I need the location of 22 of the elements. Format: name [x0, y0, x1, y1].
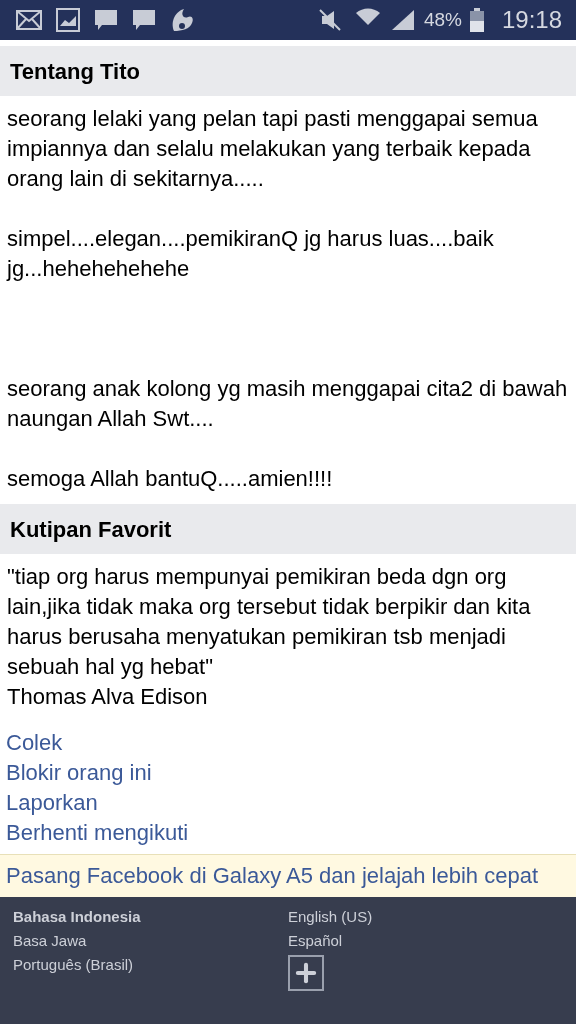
language-link[interactable]: Bahasa Indonesia — [13, 905, 288, 929]
language-link[interactable]: Basa Jawa — [13, 929, 288, 953]
chat-icon — [132, 8, 156, 32]
action-link[interactable]: Blokir orang ini — [6, 758, 152, 788]
action-link[interactable]: Berhenti mengikuti — [6, 818, 189, 848]
section-header: Tentang Tito — [0, 46, 576, 96]
more-languages-button[interactable] — [288, 955, 324, 991]
install-banner[interactable]: Pasang Facebook di Galaxy A5 dan jelajah lebih cepat — [0, 854, 576, 897]
battery-percent: 48% — [423, 7, 462, 32]
action-link[interactable]: Colek — [6, 728, 63, 758]
action-link[interactable]: Laporkan — [6, 788, 98, 818]
clock: 19:18 — [501, 5, 562, 35]
language-link[interactable]: English (US) — [288, 905, 563, 929]
language-link[interactable]: Español — [288, 929, 563, 953]
section-text: "tiap org harus mempunyai pemikiran beda dgn org lain,jika tidak maka org tersebut tidak berpikir dan kita harus berusaha menyatukan pemikiran tsb menjadi sebuah hal yg hebat" Thomas Alva Edison — [6, 563, 532, 711]
chat-icon — [94, 8, 118, 32]
language-link[interactable]: Português (Brasil) — [13, 953, 288, 977]
mail-icon — [16, 10, 42, 30]
section-text: seorang lelaki yang pelan tapi pasti menggapai semua impiannya dan selalu melakukan yang terbaik kepada orang lain di sekitarnya..... simpel....elegan....pemikiranQ jg harus luas....baik jg...hehehehehehe seorang anak kolong yg masih menggapai cita2 di bawah naungan Allah Swt.... semoga Allah bantuQ.....amien!!!! — [5, 105, 569, 493]
image-icon — [56, 8, 80, 32]
battery-icon — [469, 8, 484, 32]
section-header: Kutipan Favorit — [0, 504, 576, 554]
